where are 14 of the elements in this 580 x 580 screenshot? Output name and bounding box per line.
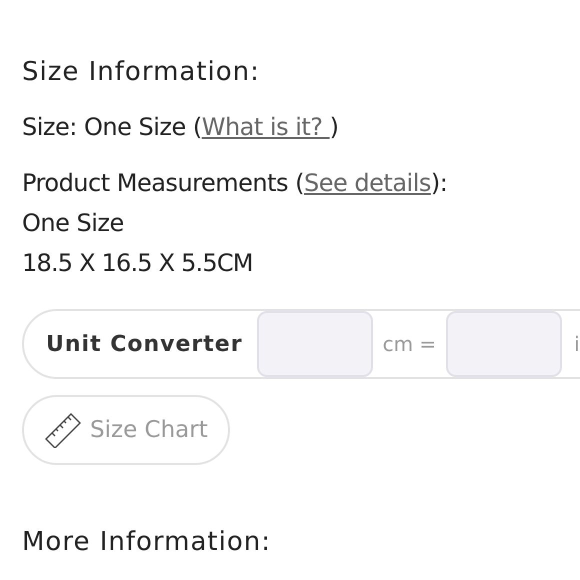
ruler-icon <box>44 412 82 448</box>
unit-converter-label: Unit Converter <box>46 330 243 358</box>
size-text: Size: One Size (What is it? ) <box>22 113 339 141</box>
unit-text: cm = <box>382 331 436 358</box>
measurement-size: One Size <box>22 208 124 239</box>
section-title: More Information: <box>22 526 271 559</box>
section-title: Size Information: <box>22 56 260 89</box>
unit-text: i <box>574 331 580 358</box>
see-details-link[interactable]: See details <box>304 169 431 197</box>
cm-input[interactable] <box>256 311 373 377</box>
measurement-value: 18.5 X 16.5 X 5.5CM <box>22 248 253 279</box>
what-is-it-link[interactable]: What is it? <box>202 113 330 141</box>
measurements-text: Product Measurements (See details): <box>22 169 448 197</box>
inch-input[interactable] <box>446 311 562 377</box>
